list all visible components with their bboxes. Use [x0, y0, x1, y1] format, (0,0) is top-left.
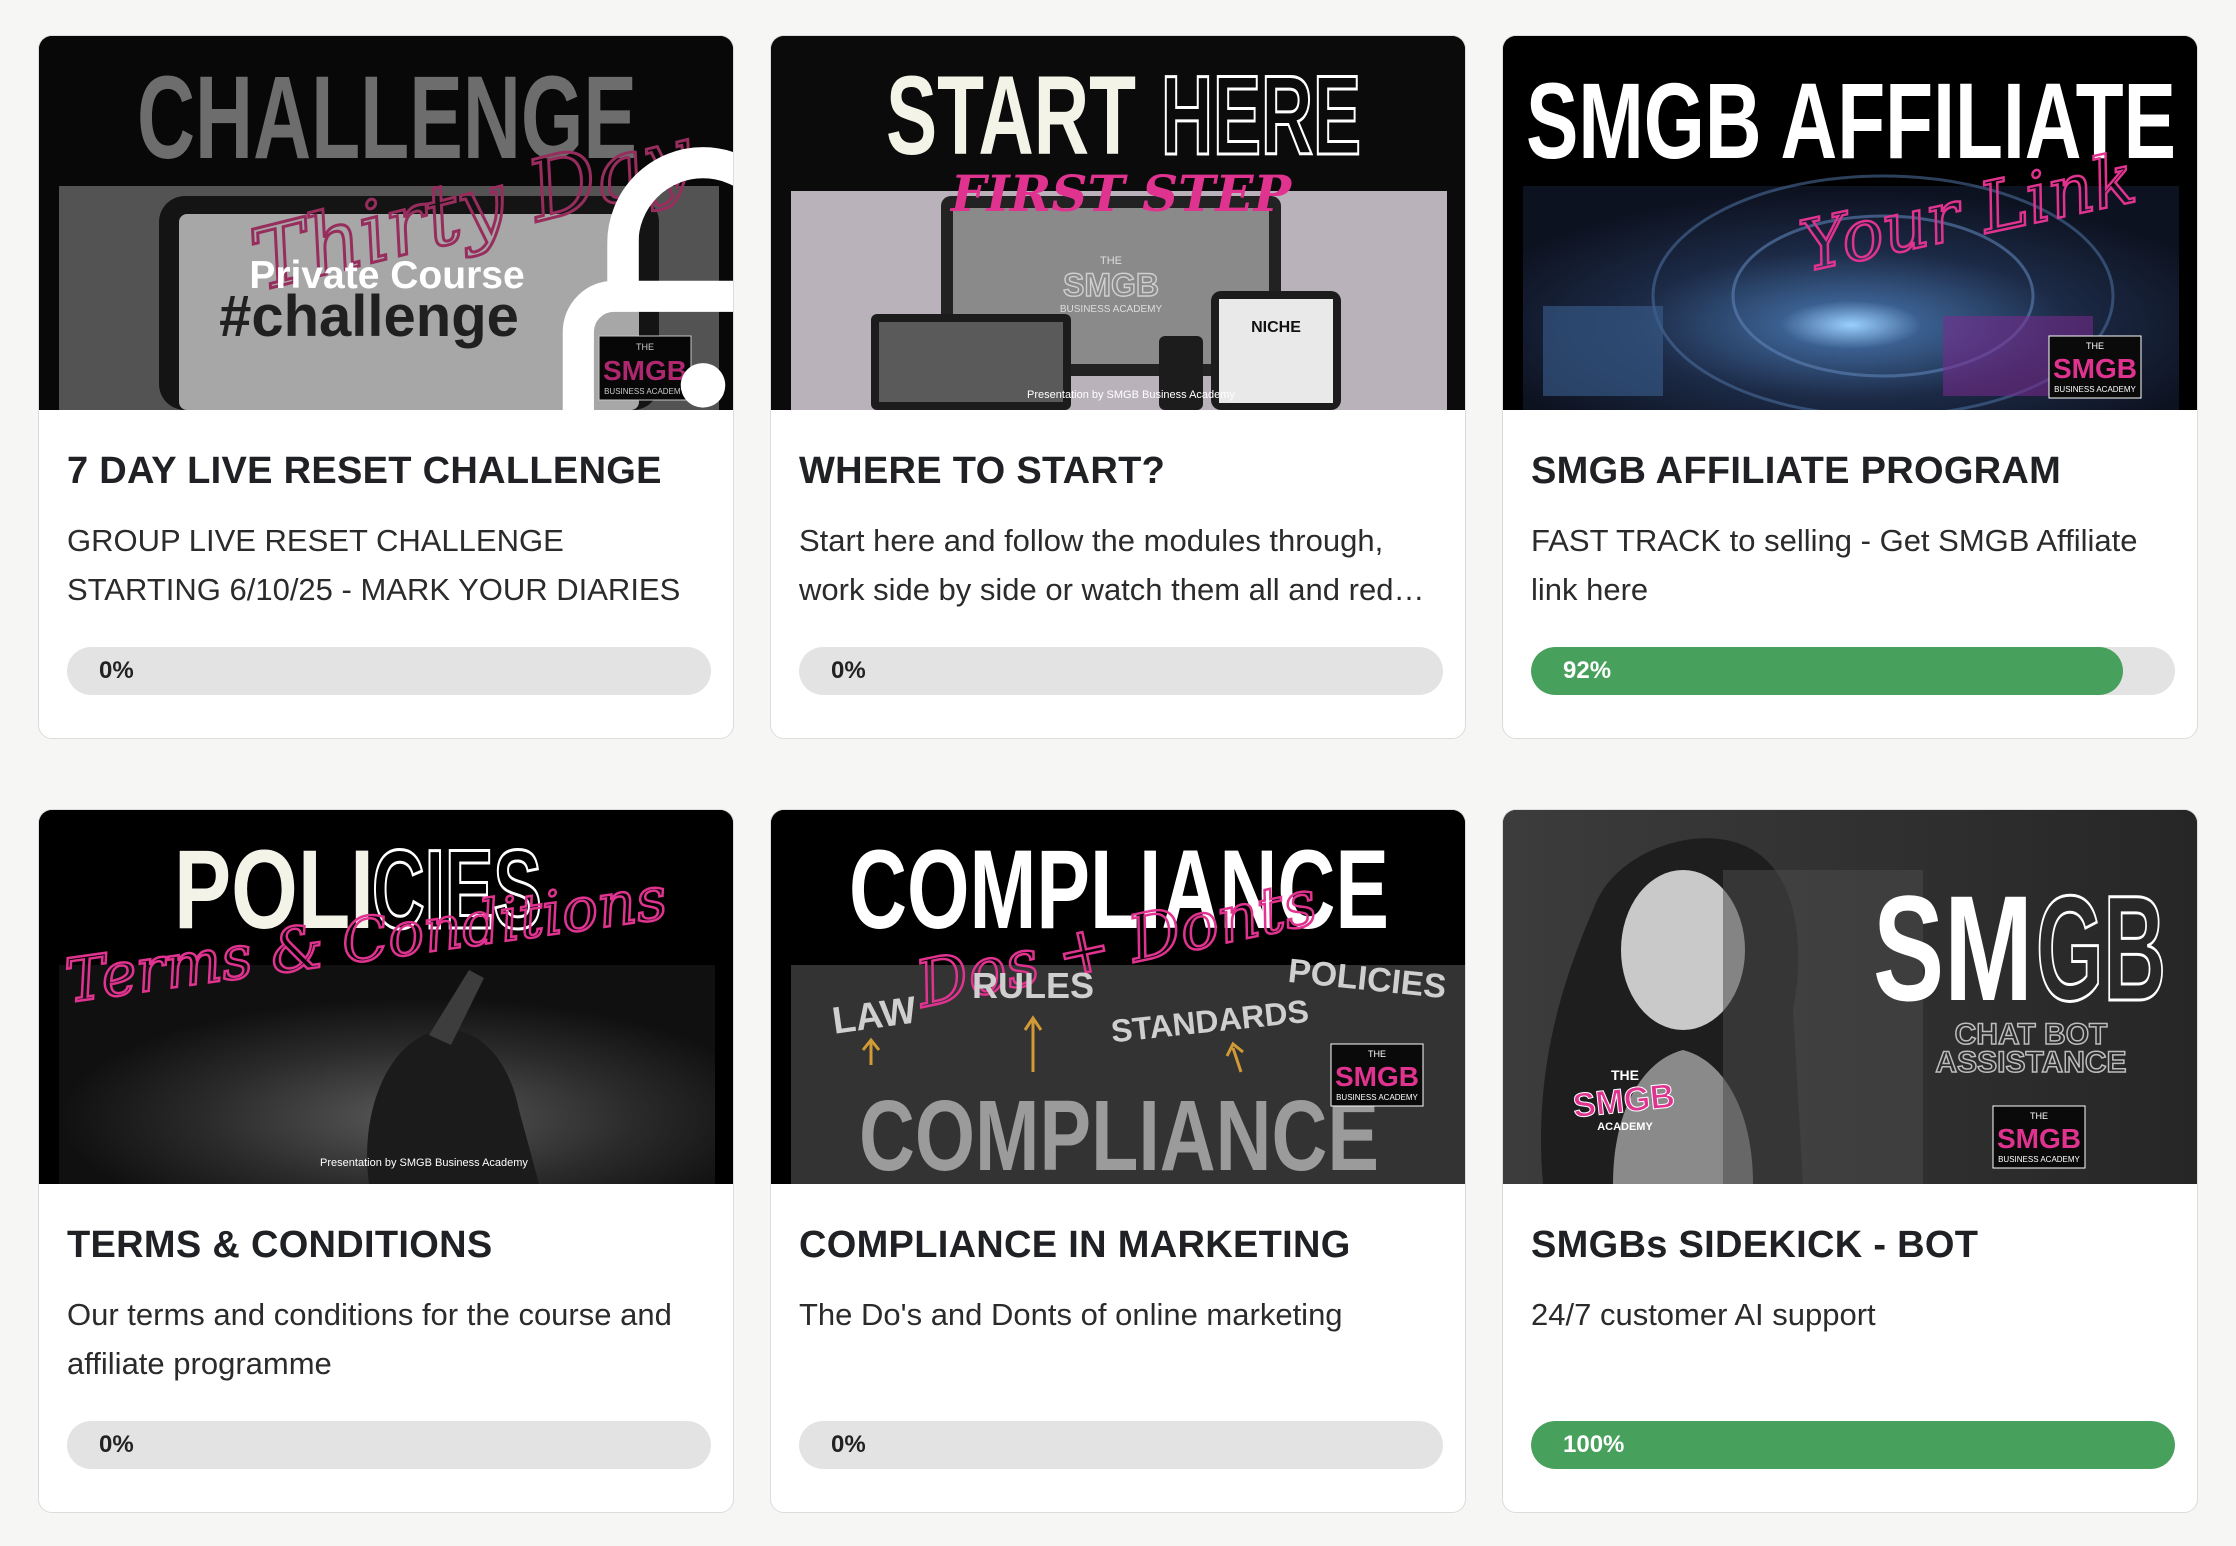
course-card-where-to-start[interactable]: NICHE START HERE FIRST STEP THE SMGB BUS…	[770, 35, 1466, 739]
svg-text:THE: THE	[2086, 341, 2104, 351]
course-thumbnail: POLI CIES Terms & Conditions Presentatio…	[39, 810, 733, 1184]
course-description: 24/7 customer AI support	[1531, 1297, 1876, 1332]
course-thumbnail: NICHE START HERE FIRST STEP THE SMGB BUS…	[771, 36, 1465, 410]
progress-bar: 92%	[1531, 647, 2175, 695]
thumbnail-art: POLI CIES Terms & Conditions Presentatio…	[39, 810, 733, 1184]
course-description: Our terms and conditions for the course …	[67, 1297, 672, 1381]
svg-text:BUSINESS ACADEMY: BUSINESS ACADEMY	[2054, 385, 2136, 394]
svg-text:BUSINESS ACADEMY: BUSINESS ACADEMY	[1060, 304, 1163, 315]
svg-text:ASSISTANCE: ASSISTANCE	[1935, 1046, 2126, 1079]
course-thumbnail: COMPLIANCE Dos + Donts LAW RULES STANDAR…	[771, 810, 1465, 1184]
course-grid: CHALLENGE Thirty Day #challenge THE SMGB…	[0, 0, 2236, 1546]
course-title: 7 DAY LIVE RESET CHALLENGE	[67, 450, 662, 492]
course-description: GROUP LIVE RESET CHALLENGE STARTING 6/10…	[67, 523, 681, 607]
svg-text:BUSINESS ACADEMY: BUSINESS ACADEMY	[1998, 1155, 2080, 1164]
course-description: Start here and follow the modules throug…	[799, 523, 1425, 607]
progress-bar: 0%	[67, 647, 711, 695]
svg-text:Presentation by SMGB Business: Presentation by SMGB Business Academy	[1027, 389, 1235, 401]
progress-fill	[1531, 1421, 2175, 1469]
svg-text:ACADEMY: ACADEMY	[1597, 1121, 1653, 1133]
svg-text:NICHE: NICHE	[1251, 319, 1301, 336]
course-title: SMGB AFFILIATE PROGRAM	[1531, 450, 2062, 492]
course-thumbnail: CHALLENGE Thirty Day #challenge THE SMGB…	[39, 36, 733, 410]
course-card-reset-challenge[interactable]: CHALLENGE Thirty Day #challenge THE SMGB…	[38, 35, 734, 739]
progress-bar: 0%	[799, 1421, 1443, 1469]
svg-text:SMGB: SMGB	[1063, 267, 1159, 303]
private-course-label: Private Course	[249, 254, 525, 297]
thumbnail-art: SM GB CHAT BOT ASSISTANCE THE SMGB ACADE…	[1503, 810, 2197, 1184]
svg-text:COMPLIANCE: COMPLIANCE	[859, 1080, 1379, 1184]
progress-fill	[1531, 647, 2124, 695]
svg-text:THE: THE	[1100, 255, 1122, 267]
progress-label: 0%	[99, 1431, 134, 1458]
progress-label: 0%	[99, 657, 134, 684]
svg-text:GB: GB	[2036, 864, 2166, 1032]
course-title: COMPLIANCE IN MARKETING	[799, 1224, 1351, 1266]
svg-text:BUSINESS ACADEMY: BUSINESS ACADEMY	[1336, 1093, 1418, 1102]
svg-text:THE: THE	[1368, 1049, 1386, 1059]
course-title: SMGBs SIDEKICK - BOT	[1531, 1224, 1979, 1266]
course-card-compliance[interactable]: COMPLIANCE Dos + Donts LAW RULES STANDAR…	[770, 809, 1466, 1513]
course-card-affiliate-program[interactable]: SMGB AFFILIATE Your Link THE SMGB BUSINE…	[1502, 35, 2198, 739]
thumbnail-art: NICHE START HERE FIRST STEP THE SMGB BUS…	[771, 36, 1465, 410]
course-description: The Do's and Donts of online marketing	[799, 1297, 1343, 1332]
course-card-sidekick-bot[interactable]: SM GB CHAT BOT ASSISTANCE THE SMGB ACADE…	[1502, 809, 2198, 1513]
svg-text:Presentation by SMGB Business: Presentation by SMGB Business Academy	[320, 1157, 528, 1169]
svg-text:HERE: HERE	[1161, 53, 1361, 178]
progress-label: 100%	[1563, 1431, 1625, 1458]
course-card-terms-conditions[interactable]: POLI CIES Terms & Conditions Presentatio…	[38, 809, 734, 1513]
svg-text:SMGB: SMGB	[1335, 1061, 1419, 1092]
progress-label: 92%	[1563, 657, 1612, 684]
svg-text:START: START	[886, 53, 1136, 178]
progress-label: 0%	[831, 657, 866, 684]
svg-text:FIRST STEP: FIRST STEP	[949, 164, 1293, 223]
course-thumbnail: SM GB CHAT BOT ASSISTANCE THE SMGB ACADE…	[1503, 810, 2197, 1184]
progress-bar: 100%	[1531, 1421, 2175, 1469]
course-title: TERMS & CONDITIONS	[67, 1224, 493, 1266]
progress-label: 0%	[831, 1431, 866, 1458]
progress-bar: 0%	[67, 1421, 711, 1469]
progress-bar: 0%	[799, 647, 1443, 695]
svg-text:THE: THE	[2030, 1111, 2048, 1121]
thumbnail-art: COMPLIANCE Dos + Donts LAW RULES STANDAR…	[771, 810, 1465, 1184]
private-course-overlay: Private Course	[39, 36, 733, 410]
course-thumbnail: SMGB AFFILIATE Your Link THE SMGB BUSINE…	[1503, 36, 2197, 410]
course-title: WHERE TO START?	[799, 450, 1166, 492]
thumbnail-art: SMGB AFFILIATE Your Link THE SMGB BUSINE…	[1503, 36, 2197, 410]
svg-text:RULES: RULES	[972, 965, 1094, 1006]
svg-text:SMGB: SMGB	[1997, 1123, 2081, 1154]
svg-text:SMGB: SMGB	[2053, 353, 2137, 384]
svg-text:SM: SM	[1873, 864, 2033, 1032]
course-description: FAST TRACK to selling - Get SMGB Affilia…	[1531, 523, 2138, 607]
